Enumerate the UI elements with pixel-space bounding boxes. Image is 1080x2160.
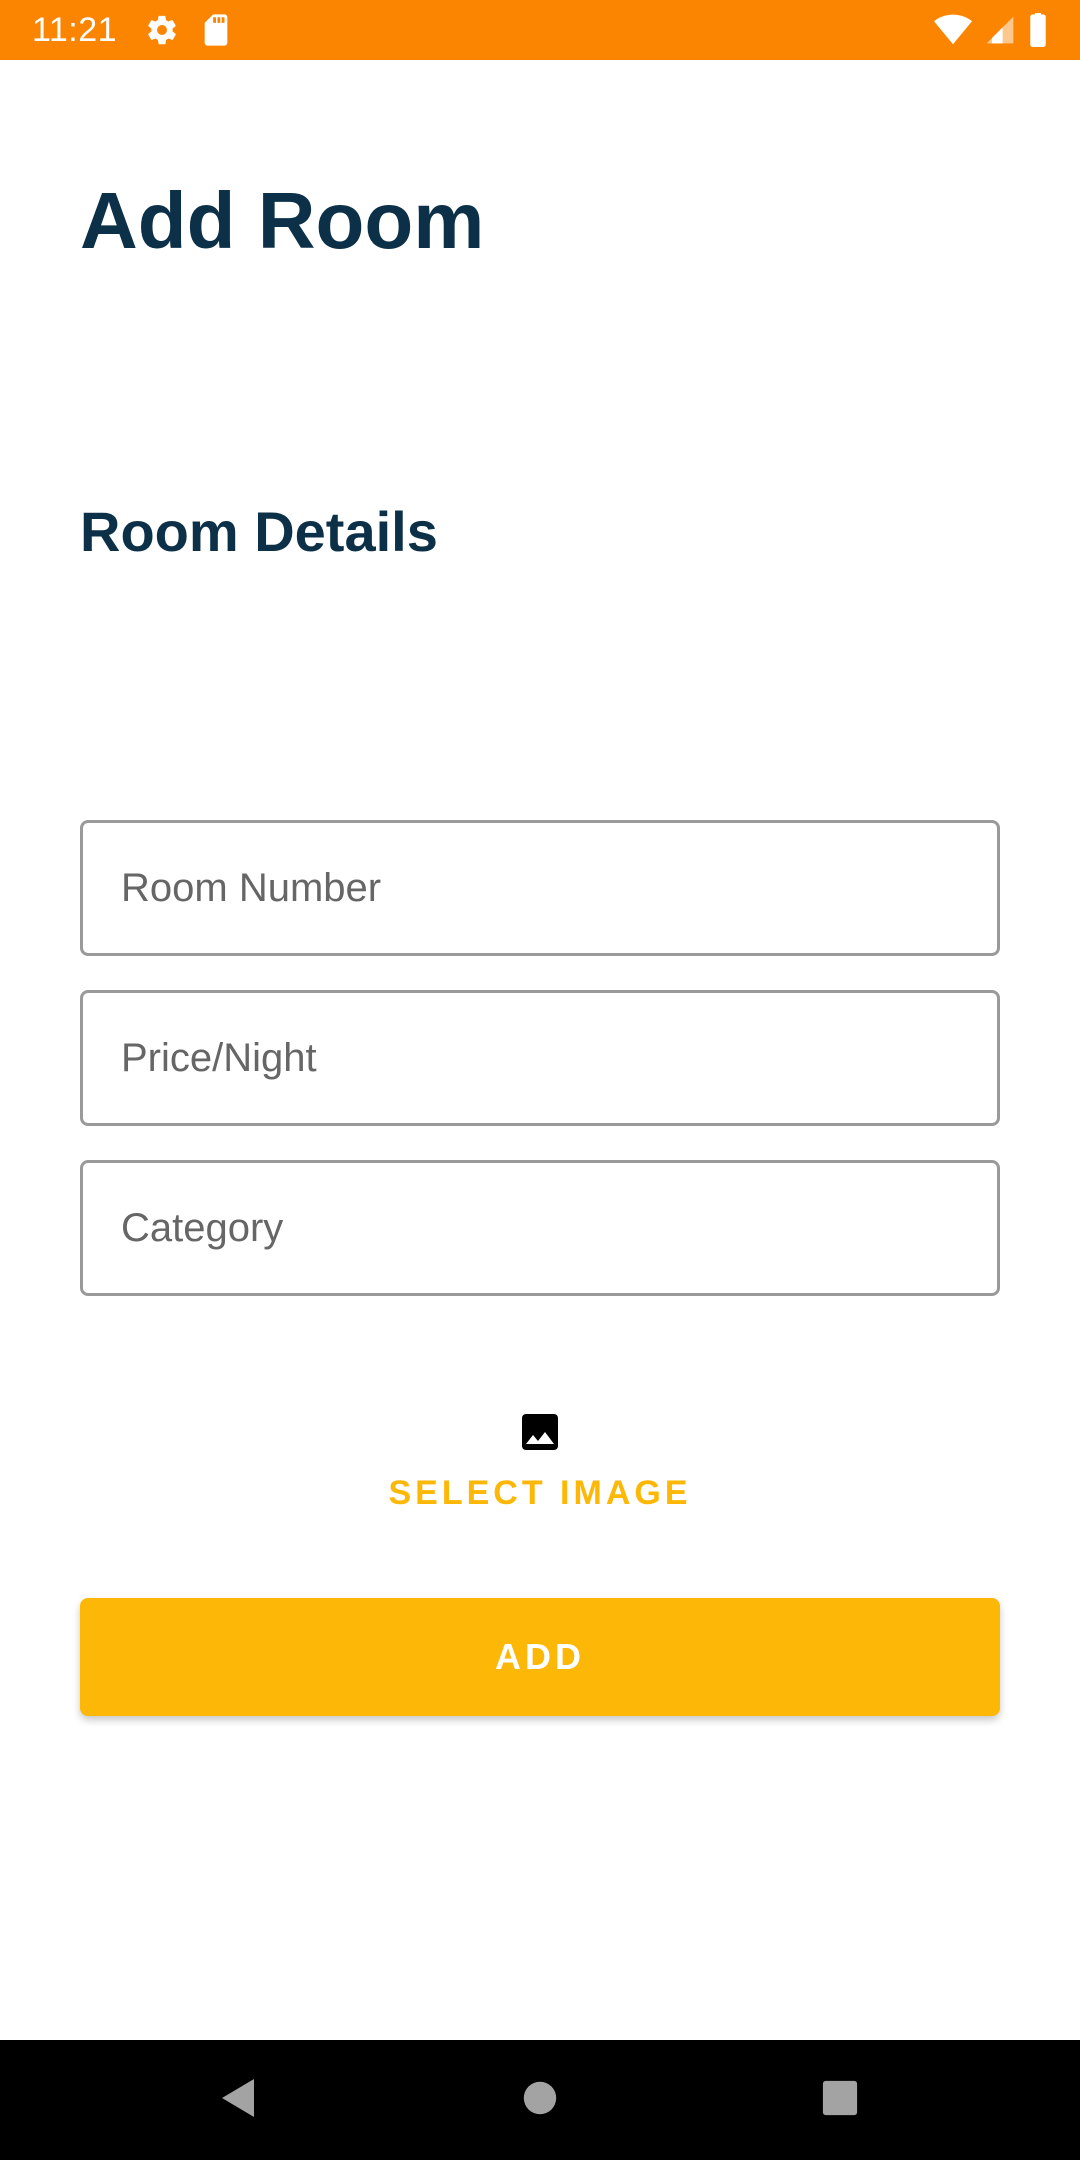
price-per-night-input[interactable] (121, 1035, 959, 1081)
wifi-icon (934, 14, 972, 46)
select-image-button[interactable]: SELECT IMAGE (340, 1390, 740, 1530)
room-number-field[interactable] (80, 820, 1000, 956)
page-title: Add Room (80, 176, 485, 265)
gear-icon (145, 13, 179, 47)
add-button[interactable]: ADD (80, 1598, 1000, 1716)
category-input[interactable] (121, 1205, 959, 1251)
home-icon (522, 2080, 558, 2121)
navigation-bar (0, 2040, 1080, 2160)
status-bar: 11:21 (0, 0, 1080, 60)
cell-signal-icon (984, 14, 1016, 46)
add-room-screen: 11:21 Add Room Room Details Room Number … (0, 0, 1080, 2160)
select-image-label: SELECT IMAGE (388, 1474, 692, 1512)
battery-icon (1028, 13, 1048, 47)
home-button[interactable] (480, 2040, 600, 2160)
back-icon (218, 2076, 258, 2125)
recents-button[interactable] (780, 2040, 900, 2160)
image-icon (516, 1408, 564, 1456)
price-per-night-field[interactable] (80, 990, 1000, 1126)
status-time: 11:21 (32, 10, 118, 49)
section-title: Room Details (80, 500, 438, 563)
room-number-input[interactable] (121, 865, 959, 911)
sd-card-icon (201, 13, 231, 47)
back-button[interactable] (178, 2040, 298, 2160)
status-left-icons (145, 13, 231, 47)
category-field[interactable] (80, 1160, 1000, 1296)
recents-icon (821, 2079, 859, 2122)
status-right-icons (934, 13, 1048, 47)
